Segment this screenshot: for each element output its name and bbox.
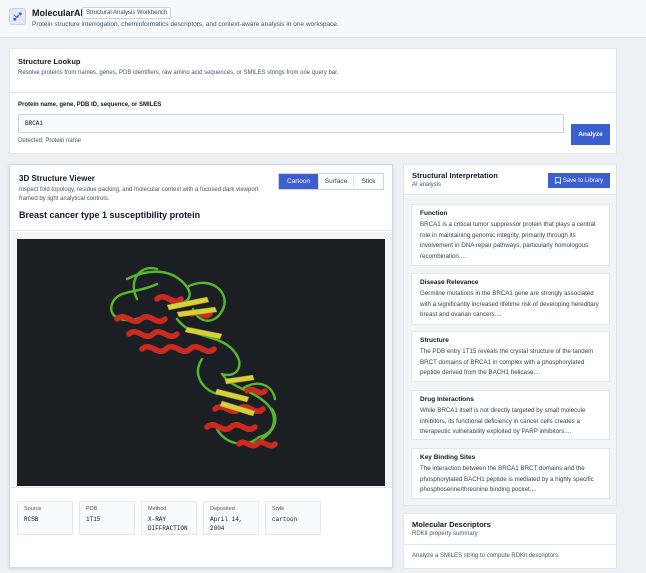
meta-value: RCSB — [24, 516, 39, 523]
interpretation-subtitle: AI analysis — [412, 182, 442, 188]
structure-metadata: Source RCSB PDB 1T15 Method X-RAY DIFFRA… — [17, 501, 321, 535]
meta-value: 1T15 — [86, 516, 101, 523]
style-stick-button[interactable]: Stick — [353, 174, 383, 189]
app-title: MolecularAI — [32, 8, 84, 18]
card-text: While BRCA1 itself is not directly targe… — [420, 407, 586, 435]
interpretation-list: Function BRCA1 is a critical tumor suppr… — [404, 196, 616, 505]
viewer-title: 3D Structure Viewer — [19, 174, 95, 183]
app-header: MolecularAI Structural Analysis Workbenc… — [0, 0, 646, 38]
interpretation-header: Structural Interpretation AI analysis Sa… — [404, 165, 616, 195]
meta-deposited: Deposited April 14, 2004 — [203, 501, 259, 535]
card-title: Function — [420, 210, 448, 217]
save-to-library-button[interactable]: Save to Library — [548, 173, 610, 188]
query-input-label: Protein name, gene, PDB ID, sequence, or… — [18, 102, 162, 108]
query-input[interactable] — [18, 114, 564, 133]
card-title: Disease Relevance — [420, 279, 479, 286]
style-cartoon-button[interactable]: Cartoon — [279, 174, 318, 189]
meta-method: Method X-RAY DIFFRACTION — [141, 501, 197, 535]
meta-source: Source RCSB — [17, 501, 73, 535]
bookmark-icon — [554, 177, 561, 184]
meta-label: Method — [148, 506, 167, 512]
app-badge: Structural Analysis Workbench — [82, 7, 172, 19]
divider — [404, 544, 616, 545]
card-title: Drug Interactions — [420, 396, 474, 403]
protein-cartoon-render — [110, 266, 278, 449]
meta-label: PDB — [86, 506, 98, 512]
app-subtitle: Protein structure interrogation, cheminf… — [32, 21, 339, 28]
card-text: Germline mutations in the BRCA1 gene are… — [420, 290, 599, 318]
interpretation-card-binding-sites: Key Binding Sites The interaction betwee… — [411, 448, 610, 499]
card-title: Key Binding Sites — [420, 454, 476, 461]
card-title: Structure — [420, 337, 449, 344]
structure-lookup-panel: Structure Lookup Resolve proteins from n… — [9, 48, 617, 154]
card-text: BRCA1 is a critical tumor suppressor pro… — [420, 221, 596, 260]
viewer-header: 3D Structure Viewer Inspect fold topolog… — [10, 165, 392, 231]
lookup-description: Resolve proteins from names, genes, PDB … — [18, 70, 339, 76]
save-to-library-label: Save to Library — [562, 177, 604, 184]
card-text: The interaction between the BRCA1 BRCT d… — [420, 465, 594, 493]
meta-label: Deposited — [210, 506, 235, 512]
style-surface-button[interactable]: Surface — [318, 174, 353, 189]
meta-style: Style cartoon — [265, 501, 321, 535]
molecule-icon — [9, 8, 26, 25]
analyze-button[interactable]: Analyze — [571, 124, 610, 145]
card-text: The PDB entry 1T15 reveals the crystal s… — [420, 348, 594, 376]
descriptors-empty-text: Analyze a SMILES string to compute RDKit… — [412, 553, 560, 559]
molecule-viewport[interactable] — [17, 239, 385, 486]
viewer-description: Inspect fold topology, residue packing, … — [19, 187, 259, 202]
meta-label: Style — [272, 506, 285, 512]
meta-value: cartoon — [272, 516, 298, 523]
descriptors-subtitle: RDKit property summary — [412, 531, 478, 537]
molecular-descriptors-panel: Molecular Descriptors RDKit property sum… — [403, 513, 617, 569]
protein-name: Breast cancer type 1 susceptibility prot… — [19, 210, 201, 220]
meta-value: April 14, 2004 — [210, 516, 243, 532]
interpretation-title: Structural Interpretation — [412, 171, 498, 180]
interpretation-card-structure: Structure The PDB entry 1T15 reveals the… — [411, 331, 610, 382]
interpretation-card-function: Function BRCA1 is a critical tumor suppr… — [411, 204, 610, 266]
detected-type: Detected: Protein name — [18, 138, 82, 144]
structural-interpretation-panel: Structural Interpretation AI analysis Sa… — [403, 164, 617, 506]
structure-viewer-panel: 3D Structure Viewer Inspect fold topolog… — [9, 164, 393, 568]
meta-label: Source — [24, 506, 42, 512]
meta-value: X-RAY DIFFRACTION — [148, 516, 188, 532]
lookup-header: Structure Lookup Resolve proteins from n… — [10, 49, 616, 93]
meta-pdb: PDB 1T15 — [79, 501, 135, 535]
interpretation-card-disease: Disease Relevance Germline mutations in … — [411, 273, 610, 325]
interpretation-card-drug: Drug Interactions While BRCA1 itself is … — [411, 390, 610, 440]
viewport-frame — [10, 232, 392, 488]
style-toggle: Cartoon Surface Stick — [278, 173, 384, 190]
lookup-title: Structure Lookup — [18, 57, 81, 66]
descriptors-title: Molecular Descriptors — [412, 520, 491, 529]
